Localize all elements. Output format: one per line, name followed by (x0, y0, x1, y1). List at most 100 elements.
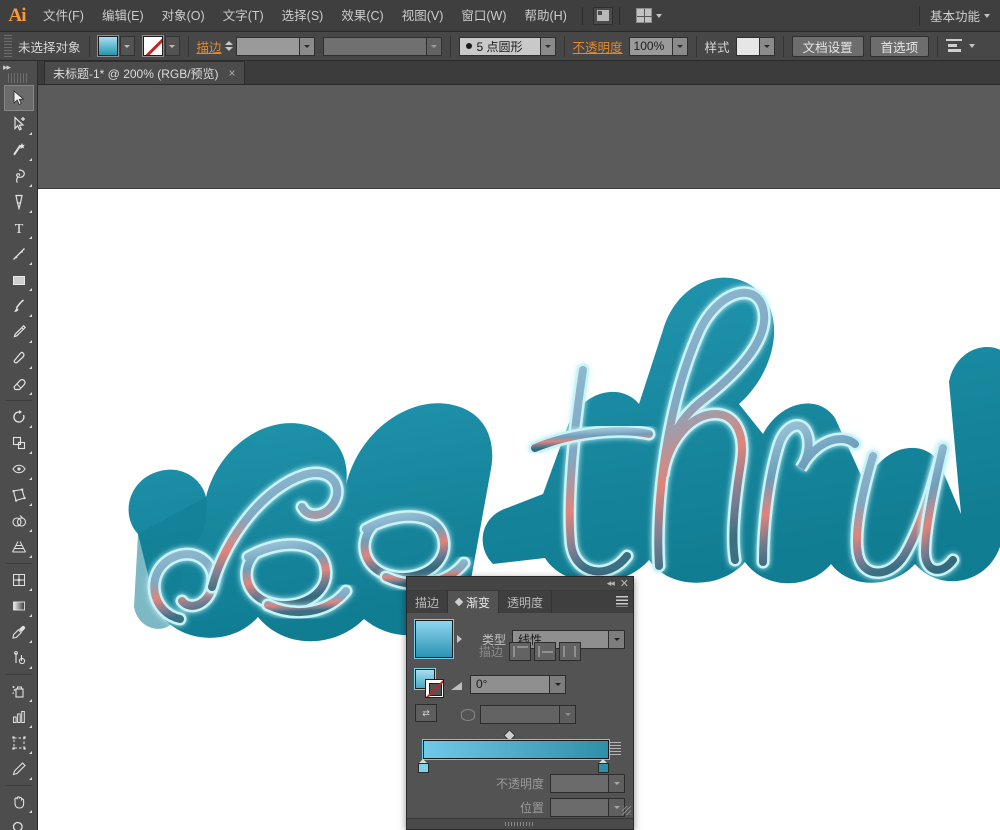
panel-fill-stroke-swatches[interactable] (414, 668, 445, 699)
arrange-documents-icon[interactable] (635, 8, 662, 24)
panel-menu-icon[interactable] (616, 596, 628, 607)
paintbrush-tool[interactable] (4, 293, 34, 319)
mesh-tool[interactable] (4, 567, 34, 593)
gradient-aspect-field[interactable] (480, 705, 576, 724)
gradient-angle-chevron-icon[interactable] (549, 675, 565, 693)
tools-panel-collapse[interactable]: ▸▸ (0, 61, 37, 73)
brush-definition-combo[interactable]: 5 点圆形 (458, 36, 556, 56)
shape-builder-tool[interactable] (4, 508, 34, 534)
fill-swatch[interactable] (96, 35, 119, 57)
line-segment-tool[interactable] (4, 241, 34, 267)
menu-help[interactable]: 帮助(H) (516, 0, 576, 32)
blob-brush-tool[interactable] (4, 345, 34, 371)
stop-opacity-chevron-icon[interactable] (608, 775, 624, 792)
rectangle-tool[interactable] (4, 267, 34, 293)
panel-header[interactable]: ◂◂ ✕ (407, 577, 633, 591)
panel-tab-stroke[interactable]: 描边 (407, 591, 449, 613)
eraser-tool[interactable] (4, 371, 34, 397)
variable-width-profile-combo[interactable] (322, 36, 442, 56)
selection-tool[interactable] (3, 85, 34, 111)
menu-view[interactable]: 视图(V) (393, 0, 453, 32)
gradient-slider[interactable] (417, 728, 623, 774)
stroke-weight-dropdown-icon[interactable] (299, 36, 315, 56)
document-tab[interactable]: 未标题-1* @ 200% (RGB/预览) × (44, 61, 245, 84)
panel-resize-grip[interactable] (622, 806, 631, 815)
brush-definition-dropdown-icon[interactable] (540, 36, 556, 56)
control-bar-grip[interactable] (4, 35, 12, 57)
width-profile-value[interactable] (322, 36, 427, 56)
panel-tab-gradient[interactable]: 渐变 (448, 591, 500, 613)
pen-tool[interactable] (4, 189, 34, 215)
opacity-value[interactable]: 100% (628, 36, 673, 56)
opacity-link[interactable]: 不透明度 (573, 37, 623, 56)
symbol-sprayer-tool[interactable] (4, 678, 34, 704)
rotate-tool[interactable] (4, 404, 34, 430)
gradient-stop-end[interactable] (598, 759, 609, 773)
gradient-angle-field[interactable]: 0° (470, 674, 566, 694)
gradient-ramp[interactable] (422, 739, 610, 760)
document-setup-button[interactable]: 文档设置 (791, 35, 864, 57)
artboard-tool[interactable] (4, 730, 34, 756)
panel-tab-transparency[interactable]: 透明度 (499, 591, 553, 613)
stop-opacity-field[interactable] (550, 774, 625, 793)
stroke-swatch[interactable] (141, 35, 164, 57)
gradient-type-chevron-icon[interactable] (608, 630, 624, 648)
graphic-style-swatch[interactable] (735, 36, 760, 56)
magic-wand-tool[interactable] (4, 137, 34, 163)
gradient-presets-chevron-icon[interactable] (457, 635, 462, 643)
stop-location-field[interactable] (550, 798, 625, 817)
graphic-style-dropdown-icon[interactable] (759, 36, 775, 56)
gradient-tool[interactable] (4, 593, 34, 619)
canvas-area[interactable]: ◂◂ ✕ 描边 渐变 透明度 类型 线性 描边 0° ⇄ 不透明度 位置 (38, 85, 1000, 830)
menu-effect[interactable]: 效果(C) (332, 0, 392, 32)
hand-tool[interactable] (4, 789, 34, 815)
fill-color-control[interactable] (96, 35, 135, 57)
fill-dropdown-icon[interactable] (119, 36, 135, 56)
gradient-preview-swatch[interactable] (414, 619, 454, 659)
stroke-gradient-across-button[interactable] (559, 642, 581, 661)
perspective-grid-tool[interactable] (4, 534, 34, 560)
brush-definition-value[interactable]: 5 点圆形 (458, 36, 541, 56)
blend-tool[interactable] (4, 645, 34, 671)
eyedropper-tool[interactable] (4, 619, 34, 645)
stroke-dropdown-icon[interactable] (164, 36, 180, 56)
opacity-dropdown-icon[interactable] (672, 36, 688, 56)
type-tool[interactable]: T (4, 215, 34, 241)
stroke-weight-link[interactable]: 描边 (197, 37, 222, 56)
slice-tool[interactable] (4, 756, 34, 782)
close-icon[interactable]: × (229, 66, 236, 80)
pencil-tool[interactable] (4, 319, 34, 345)
panel-bottom-grip[interactable] (505, 822, 535, 826)
lasso-tool[interactable] (4, 163, 34, 189)
stroke-gradient-along-button[interactable] (534, 642, 556, 661)
gradient-panel[interactable]: ◂◂ ✕ 描边 渐变 透明度 类型 线性 描边 0° ⇄ 不透明度 位置 (406, 576, 634, 830)
menu-edit[interactable]: 编辑(E) (93, 0, 153, 32)
stroke-weight-value[interactable] (235, 36, 300, 56)
collapse-icon[interactable]: ◂◂ (607, 578, 615, 589)
reverse-gradient-button[interactable]: ⇄ (415, 704, 437, 722)
gradient-aspect-chevron-icon[interactable] (559, 706, 575, 723)
stroke-gradient-within-button[interactable] (509, 642, 531, 661)
zoom-tool[interactable] (4, 815, 34, 830)
delete-stop-icon[interactable] (610, 742, 621, 755)
menu-type[interactable]: 文字(T) (214, 0, 273, 32)
column-graph-tool[interactable] (4, 704, 34, 730)
width-tool[interactable] (4, 456, 34, 482)
opacity-combo[interactable]: 100% (628, 36, 688, 56)
stroke-weight-combo[interactable] (235, 36, 315, 56)
menu-file[interactable]: 文件(F) (34, 0, 93, 32)
stroke-color-control[interactable] (141, 35, 180, 57)
panel-bottom-bar[interactable] (407, 818, 633, 829)
panel-stroke-swatch[interactable] (425, 679, 444, 698)
scale-tool[interactable] (4, 430, 34, 456)
bridge-icon[interactable] (592, 6, 613, 25)
direct-selection-tool[interactable] (4, 111, 34, 137)
width-profile-dropdown-icon[interactable] (426, 36, 442, 56)
workspace-switcher[interactable]: 基本功能 (918, 5, 1000, 26)
free-transform-tool[interactable] (4, 482, 34, 508)
panel-close-icon[interactable]: ✕ (620, 578, 629, 589)
preferences-button[interactable]: 首选项 (869, 35, 930, 57)
tools-panel-grip[interactable] (8, 73, 29, 83)
gradient-stop-start[interactable] (418, 759, 429, 773)
menu-object[interactable]: 对象(O) (153, 0, 214, 32)
